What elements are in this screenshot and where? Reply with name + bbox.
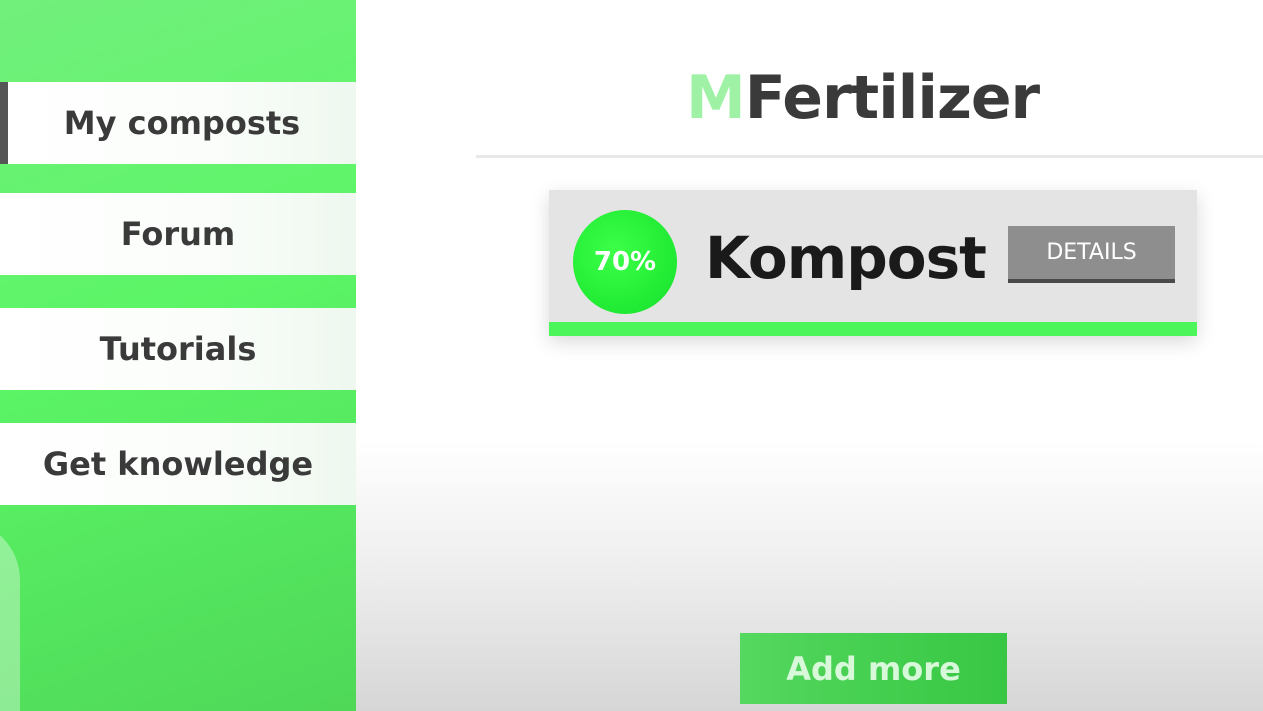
compost-name: Kompost [705,224,987,292]
app-title-accent: M [686,63,746,133]
app-title-rest: Fertilizer [744,63,1040,133]
progress-bar [549,322,1197,336]
sidebar-item-label: Tutorials [99,330,257,368]
app-title: MFertilizer [686,58,1040,138]
sidebar: My composts Forum Tutorials Get knowledg… [0,0,356,711]
sidebar-item-label: Get knowledge [42,445,314,483]
compost-card[interactable]: 70% Kompost DETAILS [549,190,1197,336]
decorative-curl [0,520,20,711]
sidebar-item-my-composts[interactable]: My composts [0,82,356,164]
sidebar-item-tutorials[interactable]: Tutorials [0,308,356,390]
details-button-label: DETAILS [1046,240,1137,265]
sidebar-item-label: Forum [120,215,236,253]
add-more-button[interactable]: Add more [740,633,1007,704]
add-more-label: Add more [786,649,961,688]
progress-badge: 70% [573,210,677,314]
sidebar-item-get-knowledge[interactable]: Get knowledge [0,423,356,505]
sidebar-item-label: My composts [63,104,301,142]
main-content: MFertilizer 70% Kompost DETAILS Add more [356,0,1263,711]
details-button[interactable]: DETAILS [1008,226,1175,283]
sidebar-item-forum[interactable]: Forum [0,193,356,275]
divider [476,155,1263,158]
progress-label: 70% [593,247,657,277]
